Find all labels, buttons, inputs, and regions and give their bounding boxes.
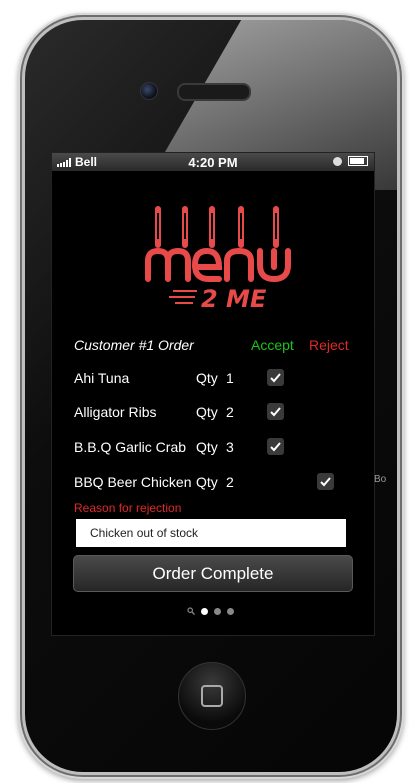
home-button[interactable] [178,662,246,730]
checkmark-icon [270,373,281,383]
qty-label: Qty [196,439,218,455]
app-screen: Bell 4:20 PM 2 ME Customer #1 Order Acce… [51,152,375,636]
item-name: Ahi Tuna [74,370,130,386]
front-camera [140,82,158,100]
item-name: B.B.Q Garlic Crab [74,439,187,455]
checkmark-icon [320,477,331,487]
search-icon [187,607,195,615]
accept-checkbox[interactable] [267,438,284,455]
order-title: Customer #1 Order [74,337,194,353]
reject-column-label[interactable]: Reject [309,337,349,353]
item-qty: 2 [226,474,234,490]
logo-tagline: 2 ME [201,285,267,311]
status-bar: Bell 4:20 PM [52,153,374,171]
page-indicator[interactable] [187,607,234,615]
item-qty: 3 [226,439,234,455]
checkmark-icon [270,442,281,452]
earpiece-speaker [177,83,251,101]
checkmark-icon [270,407,281,417]
page-dot[interactable] [227,607,234,615]
item-name: BBQ Beer Chicken [74,474,192,490]
qty-label: Qty [196,474,218,490]
qty-label: Qty [196,404,218,420]
page-dot-active[interactable] [201,607,208,615]
order-item-row: Alligator Ribs Qty 2 [74,403,364,423]
accept-checkbox[interactable] [267,369,284,386]
qty-label: Qty [196,370,218,386]
item-name: Alligator Ribs [74,404,157,420]
reject-checkbox[interactable] [317,473,334,490]
menu2me-logo: 2 ME [145,206,291,311]
order-item-row: BBQ Beer Chicken Qty 2 [74,473,364,493]
status-time: 4:20 PM [188,154,238,170]
rejection-reason-label: Reason for rejection [74,501,182,515]
order-item-row: B.B.Q Garlic Crab Qty 3 [74,438,364,458]
rotation-lock-icon [333,156,342,166]
home-square-icon [201,685,223,707]
item-qty: 2 [226,404,234,420]
battery-icon [348,156,368,166]
overflow-label: Bo [374,474,387,485]
page-dot[interactable] [214,607,221,615]
rejection-reason-input[interactable] [76,519,346,547]
order-item-row: Ahi Tuna Qty 1 [74,369,364,389]
accept-column-label[interactable]: Accept [251,337,294,353]
item-qty: 1 [226,370,234,386]
order-complete-button[interactable]: Order Complete [73,555,353,592]
accept-checkbox[interactable] [267,403,284,420]
